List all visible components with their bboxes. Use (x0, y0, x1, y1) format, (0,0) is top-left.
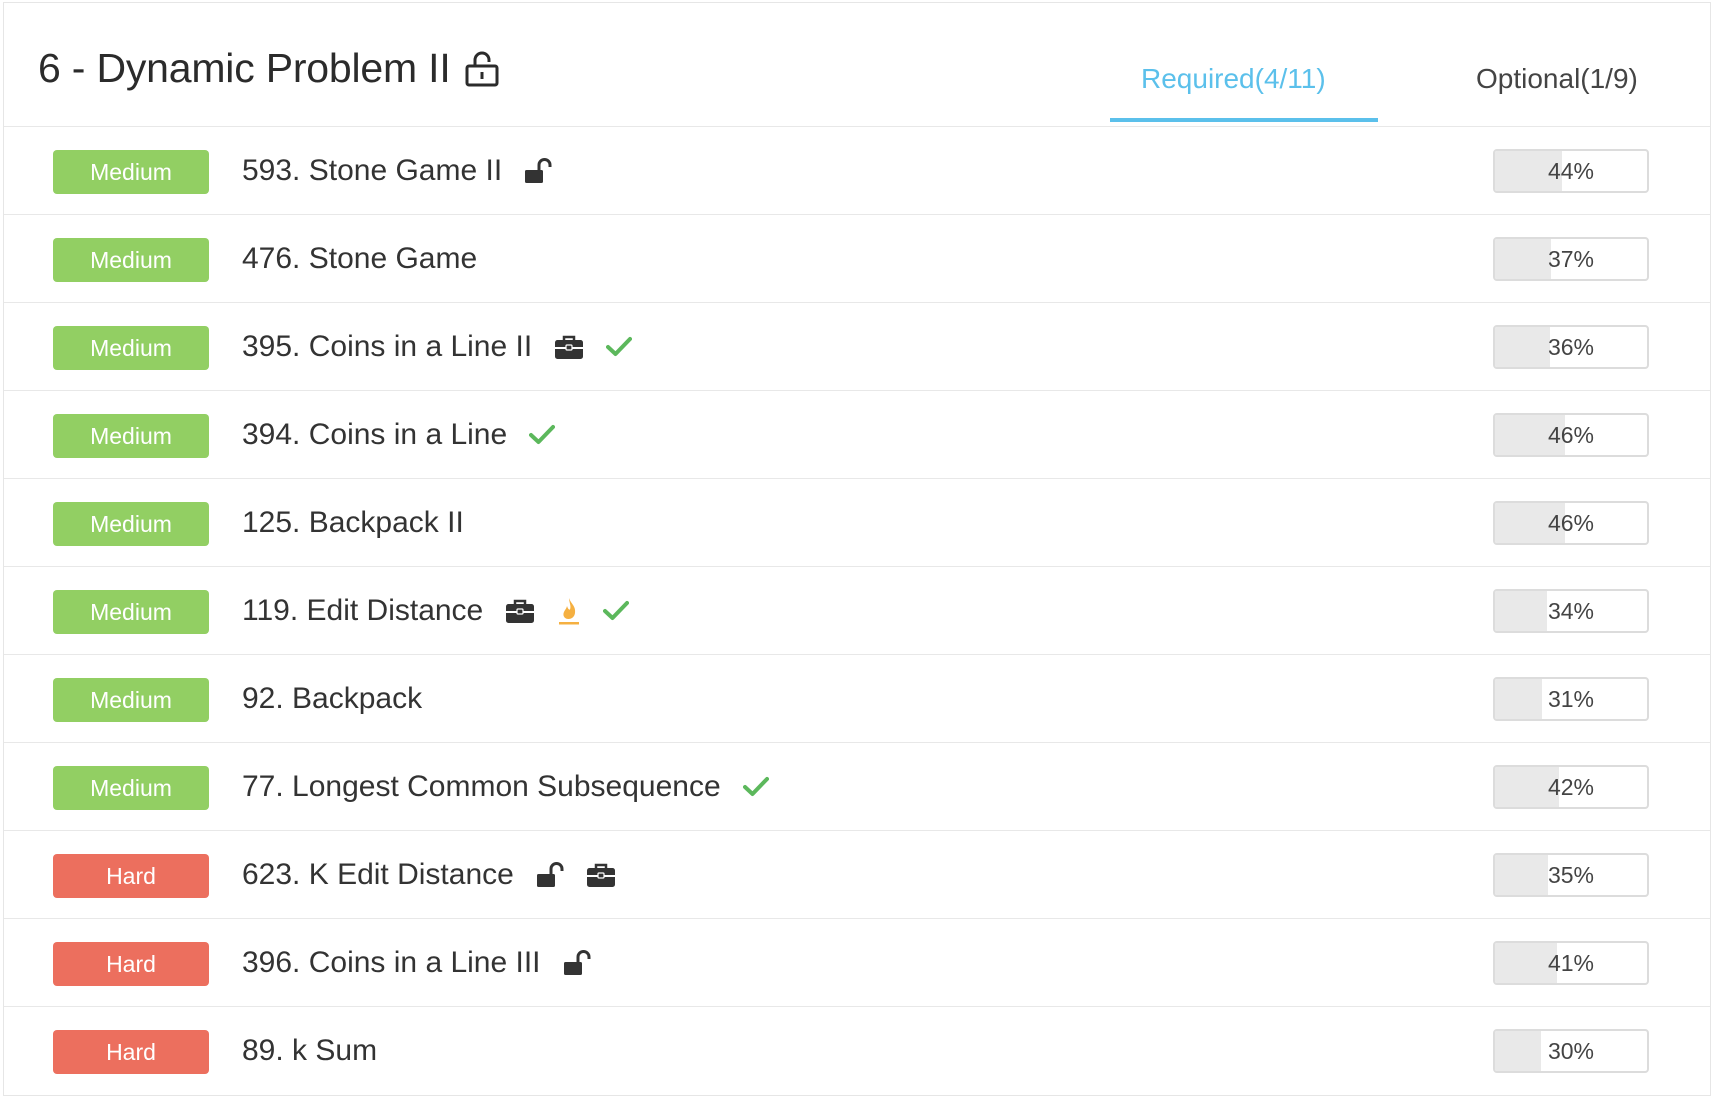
active-tab-indicator (1110, 118, 1378, 122)
problem-info: 119. Edit Distance (242, 591, 630, 631)
check-icon (529, 424, 556, 446)
acceptance-rate-label: 44% (1547, 158, 1595, 184)
tab-optional[interactable]: Optional(1/9) (1476, 63, 1638, 95)
unlock-icon (563, 950, 591, 976)
problem-info: 77. Longest Common Subsequence (242, 767, 769, 807)
acceptance-rate-label: 36% (1547, 334, 1595, 360)
acceptance-rate-label: 35% (1547, 862, 1595, 888)
problem-row[interactable]: Medium 593. Stone Game II 44% (4, 127, 1710, 215)
problem-row[interactable]: Medium 394. Coins in a Line 46% (4, 391, 1710, 479)
flame-icon (557, 596, 581, 626)
problem-info: 396. Coins in a Line III (242, 943, 591, 983)
problem-info: 125. Backpack II (242, 503, 464, 543)
problem-row[interactable]: Medium 395. Coins in a Line II 36% (4, 303, 1710, 391)
acceptance-rate-label: 30% (1547, 1038, 1595, 1064)
acceptance-rate-label: 34% (1547, 598, 1595, 624)
problem-title-link[interactable]: 396. Coins in a Line III (242, 946, 541, 980)
problem-title-link[interactable]: 395. Coins in a Line II (242, 330, 532, 364)
acceptance-rate-bar: 42% (1493, 765, 1649, 809)
difficulty-badge: Medium (53, 150, 209, 194)
section-title-text: 6 - Dynamic Problem II (38, 45, 451, 91)
problem-info: 92. Backpack (242, 679, 422, 719)
difficulty-badge: Hard (53, 942, 209, 986)
acceptance-rate-bar: 36% (1493, 325, 1649, 369)
problem-info: 593. Stone Game II (242, 151, 552, 191)
problem-title-link[interactable]: 125. Backpack II (242, 506, 464, 540)
problem-title-link[interactable]: 89. k Sum (242, 1034, 377, 1068)
problem-info: 476. Stone Game (242, 239, 477, 279)
difficulty-badge: Medium (53, 502, 209, 546)
problem-title-link[interactable]: 92. Backpack (242, 682, 422, 716)
acceptance-rate-label: 46% (1547, 510, 1595, 536)
problem-row[interactable]: Hard 623. K Edit Distance 35% (4, 831, 1710, 919)
acceptance-rate-bar: 37% (1493, 237, 1649, 281)
problem-title-link[interactable]: 394. Coins in a Line (242, 418, 507, 452)
problem-list-card: 6 - Dynamic Problem II Required(4/11) Op… (3, 2, 1711, 1096)
difficulty-badge: Medium (53, 678, 209, 722)
problem-info: 623. K Edit Distance (242, 855, 616, 895)
problem-row[interactable]: Hard 89. k Sum 30% (4, 1007, 1710, 1095)
acceptance-rate-label: 37% (1547, 246, 1595, 272)
section-title: 6 - Dynamic Problem II (38, 45, 499, 92)
acceptance-rate-label: 31% (1547, 686, 1595, 712)
check-icon (603, 600, 630, 622)
acceptance-rate-bar: 31% (1493, 677, 1649, 721)
acceptance-rate-label: 46% (1547, 422, 1595, 448)
check-icon (606, 336, 633, 358)
problem-row[interactable]: Medium 476. Stone Game 37% (4, 215, 1710, 303)
problem-title-link[interactable]: 77. Longest Common Subsequence (242, 770, 721, 804)
difficulty-badge: Medium (53, 238, 209, 282)
problem-row[interactable]: Medium 119. Edit Distance 34% (4, 567, 1710, 655)
tab-required[interactable]: Required(4/11) (1141, 63, 1326, 95)
problem-info: 395. Coins in a Line II (242, 327, 633, 367)
problem-title-link[interactable]: 119. Edit Distance (242, 594, 483, 628)
problem-info: 394. Coins in a Line (242, 415, 556, 455)
acceptance-rate-label: 42% (1547, 774, 1595, 800)
acceptance-rate-label: 41% (1547, 950, 1595, 976)
acceptance-rate-bar: 46% (1493, 413, 1649, 457)
difficulty-badge: Hard (53, 854, 209, 898)
problem-row[interactable]: Medium 92. Backpack 31% (4, 655, 1710, 743)
briefcase-icon (586, 862, 616, 888)
acceptance-rate-bar: 41% (1493, 941, 1649, 985)
acceptance-rate-bar: 46% (1493, 501, 1649, 545)
section-header: 6 - Dynamic Problem II Required(4/11) Op… (4, 3, 1710, 127)
acceptance-rate-bar: 34% (1493, 589, 1649, 633)
acceptance-rate-bar: 30% (1493, 1029, 1649, 1073)
briefcase-icon (554, 334, 584, 360)
unlock-icon (465, 51, 499, 87)
problem-title-link[interactable]: 476. Stone Game (242, 242, 477, 276)
difficulty-badge: Medium (53, 590, 209, 634)
problem-title-link[interactable]: 593. Stone Game II (242, 154, 502, 188)
problem-row[interactable]: Hard 396. Coins in a Line III 41% (4, 919, 1710, 1007)
unlock-icon (524, 158, 552, 184)
acceptance-rate-bar: 44% (1493, 149, 1649, 193)
acceptance-rate-bar: 35% (1493, 853, 1649, 897)
problem-row[interactable]: Medium 77. Longest Common Subsequence 42% (4, 743, 1710, 831)
difficulty-badge: Medium (53, 414, 209, 458)
problem-row[interactable]: Medium 125. Backpack II 46% (4, 479, 1710, 567)
problem-info: 89. k Sum (242, 1031, 377, 1071)
problem-title-link[interactable]: 623. K Edit Distance (242, 858, 514, 892)
difficulty-badge: Medium (53, 326, 209, 370)
check-icon (742, 776, 769, 798)
difficulty-badge: Hard (53, 1030, 209, 1074)
difficulty-badge: Medium (53, 766, 209, 810)
unlock-icon (536, 862, 564, 888)
problem-list: Medium 593. Stone Game II 44% Medium 476. S… (4, 127, 1710, 1095)
briefcase-icon (505, 598, 535, 624)
